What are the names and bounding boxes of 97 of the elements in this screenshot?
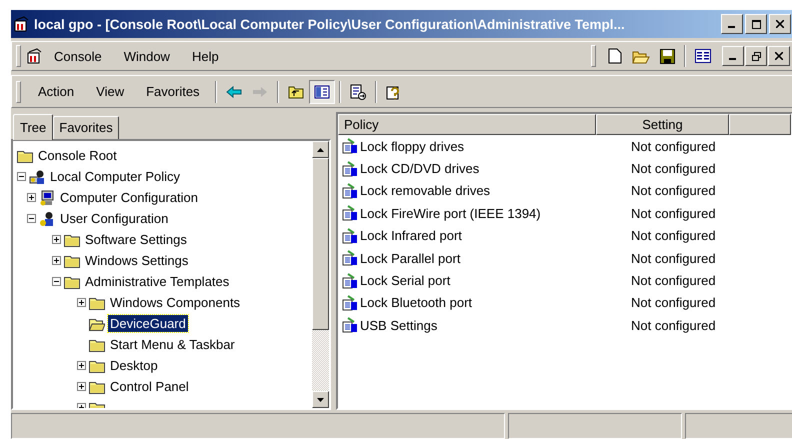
policy-name[interactable]: Lock Parallel port [360, 250, 631, 266]
policy-setting-icon [342, 294, 358, 311]
tree-item[interactable]: Software Settings [83, 231, 189, 248]
policy-setting-icon [342, 182, 358, 199]
policy-setting-icon [342, 138, 358, 154]
toolbar-grip [16, 80, 21, 102]
child-restore-button[interactable] [745, 46, 767, 66]
policy-name[interactable]: Lock Serial port [360, 273, 631, 288]
policy-name[interactable]: Lock removable drives [360, 183, 631, 198]
collapse-toggle[interactable] [27, 214, 36, 223]
restore-icon [752, 52, 760, 60]
column-header[interactable]: Policy [338, 114, 596, 135]
minus-icon [53, 278, 60, 285]
close-button[interactable] [769, 14, 791, 34]
policy-setting-icon [342, 272, 358, 289]
tree-item[interactable]: DeviceGuard [108, 315, 188, 332]
tree-item[interactable]: Start Menu & Taskbar [108, 336, 237, 353]
policy-setting: Not configured [631, 295, 716, 310]
expand-toggle[interactable] [77, 382, 86, 391]
tree-item[interactable]: Local Computer Policy [48, 168, 182, 185]
maximize-button[interactable] [745, 14, 767, 34]
plus-icon [28, 194, 35, 201]
scroll-thumb[interactable] [312, 158, 329, 330]
policy-setting-icon [342, 160, 358, 177]
computer-icon [39, 190, 55, 206]
minus-icon [28, 215, 35, 222]
tree-item[interactable]: Windows Settings [83, 252, 190, 269]
child-close-button[interactable] [768, 46, 790, 66]
column-header[interactable]: Setting [596, 114, 729, 135]
policy-name[interactable]: Lock FireWire port (IEEE 1394) [360, 206, 631, 221]
tree-item[interactable]: Windows Components [108, 294, 242, 311]
toolbar-grip [591, 45, 596, 67]
policy-name[interactable]: USB Settings [360, 318, 631, 333]
tree-item[interactable]: Administrative Templates [83, 273, 232, 290]
expand-toggle[interactable] [52, 256, 61, 265]
maximize-icon [752, 20, 760, 28]
collapse-toggle[interactable] [17, 172, 26, 181]
list-arrow-icon [350, 84, 366, 100]
policy-name[interactable]: Lock floppy drives [360, 138, 631, 154]
toolbar-grip [16, 45, 21, 67]
policy-setting-icon [342, 317, 358, 334]
list-view-icon [695, 49, 711, 63]
minus-icon [18, 173, 25, 180]
tree-item[interactable]: User Configuration [58, 210, 170, 227]
policy-setting: Not configured [631, 318, 716, 333]
collapse-toggle[interactable] [52, 277, 61, 286]
computer-user-icon [29, 168, 45, 184]
user-icon [39, 210, 55, 226]
open-folder-icon [632, 48, 650, 64]
tree-item[interactable]: Control Panel [108, 378, 191, 395]
menu-item[interactable]: Console [43, 46, 113, 66]
policy-setting-icon [342, 250, 358, 266]
tree-item[interactable]: Computer Configuration [58, 189, 200, 206]
policy-setting: Not configured [631, 228, 716, 244]
menu-item[interactable]: Window [112, 46, 181, 66]
policy-setting-icon [342, 228, 358, 244]
plus-icon [53, 257, 60, 264]
scroll-down-arrow-icon [317, 398, 324, 402]
close-icon [775, 52, 783, 60]
scroll-up-arrow-icon [317, 148, 324, 152]
tab[interactable]: Tree [13, 114, 54, 140]
menu-item[interactable]: Favorites [135, 82, 211, 101]
folder-up-arrow-icon [288, 84, 304, 100]
tree-item[interactable]: Console Root [36, 147, 119, 164]
policy-setting: Not configured [631, 161, 716, 176]
child-minimize-button[interactable] [722, 46, 744, 66]
help-icon [386, 84, 402, 100]
expand-toggle[interactable] [77, 298, 86, 307]
expand-toggle[interactable] [77, 361, 86, 370]
new-document-icon [608, 48, 622, 64]
policy-setting: Not configured [631, 250, 716, 266]
policy-setting: Not configured [631, 273, 716, 288]
policy-setting-icon [342, 205, 358, 222]
scrollbar[interactable] [312, 141, 329, 408]
plus-icon [78, 299, 85, 306]
menu-item[interactable]: View [85, 82, 136, 101]
minimize-button[interactable] [721, 14, 743, 34]
plus-icon [78, 383, 85, 390]
policy-name[interactable]: Lock Bluetooth port [360, 295, 631, 310]
tab[interactable]: Favorites [53, 116, 119, 139]
expand-toggle[interactable] [52, 235, 61, 244]
show-tree-button[interactable] [308, 80, 335, 104]
policy-setting: Not configured [631, 138, 716, 154]
split-pane-icon [314, 84, 330, 100]
window-title: local gpo - [Console Root\Local Computer Policy\User Configuration\Administrative Templ... [34, 16, 626, 32]
policy-name[interactable]: Lock Infrared port [360, 228, 631, 244]
policy-name[interactable]: Lock CD/DVD drives [360, 161, 631, 176]
expand-toggle[interactable] [27, 193, 36, 202]
policy-setting: Not configured [631, 183, 716, 198]
plus-icon [53, 236, 60, 243]
close-icon [776, 20, 784, 28]
tree-item[interactable]: Desktop [108, 357, 160, 374]
left-arrow-icon [226, 84, 242, 100]
plus-icon [78, 362, 85, 369]
menu-item[interactable]: Help [180, 46, 230, 66]
menu-item[interactable]: Action [27, 82, 86, 101]
policy-setting: Not configured [631, 206, 716, 221]
